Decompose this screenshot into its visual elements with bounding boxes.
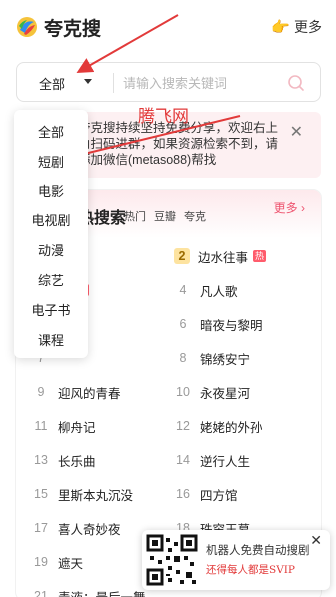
dropdown-option-variety[interactable]: 综艺 — [14, 270, 88, 289]
qr-code-icon — [146, 534, 198, 586]
ad-title: 机器人免费自动搜剧 — [206, 543, 310, 557]
ad-close-icon[interactable]: ✕ — [310, 532, 322, 549]
dropdown-option-anime[interactable]: 动漫 — [14, 240, 88, 259]
dropdown-option-ebook[interactable]: 电子书 — [14, 300, 88, 319]
dropdown-option-movie[interactable]: 电影 — [14, 181, 88, 200]
dropdown-option-tv-series[interactable]: 电视剧 — [14, 210, 88, 229]
category-dropdown: 全部 短剧 电影 电视剧 动漫 综艺 电子书 课程 — [14, 110, 88, 358]
dropdown-option-all[interactable]: 全部 — [14, 122, 88, 141]
dropdown-option-course[interactable]: 课程 — [14, 330, 88, 349]
ad-subtitle: 还得每人都是SVIP — [206, 564, 295, 576]
bot-ad-popup[interactable]: 机器人免费自动搜剧 还得每人都是SVIP ✕ — [142, 530, 330, 590]
watermark-text: 腾飞网 — [138, 107, 189, 127]
dropdown-option-short-drama[interactable]: 短剧 — [14, 152, 88, 171]
arrow-to-category — [76, 14, 179, 73]
